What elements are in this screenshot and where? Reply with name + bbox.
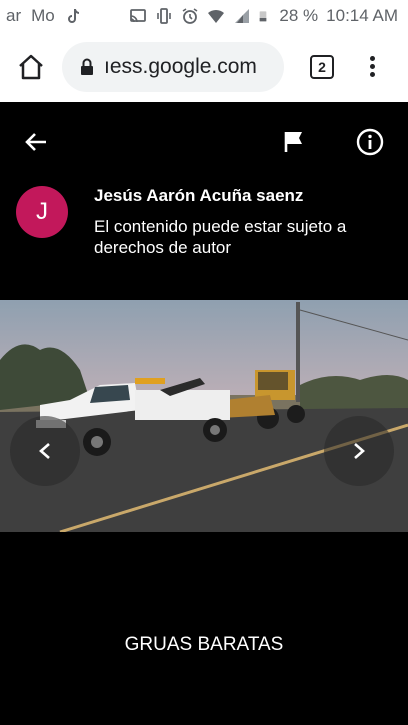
clock: 10:14 AM (326, 6, 398, 25)
back-arrow-icon[interactable] (24, 130, 48, 154)
image-caption[interactable]: GRUAS BARATAS (0, 634, 408, 656)
battery-icon (260, 11, 267, 22)
cast-icon (130, 9, 147, 23)
status-text-2: Mo (31, 6, 55, 25)
next-image-button[interactable] (324, 416, 394, 486)
alarm-icon (182, 8, 198, 24)
previous-image-button[interactable] (10, 416, 80, 486)
image-viewer: J Jesús Aarón Acuña saenz El contenido p… (0, 102, 408, 725)
url-text[interactable]: ıess.google.com (104, 55, 282, 79)
home-icon[interactable] (16, 54, 46, 80)
tabs-icon[interactable]: 2 (310, 55, 334, 79)
more-vert-icon[interactable] (362, 54, 382, 80)
lock-icon (81, 58, 93, 75)
avatar: J (16, 186, 68, 238)
chevron-left-icon (39, 443, 50, 459)
vibrate-icon (157, 8, 172, 24)
battery-percent: 28 % (279, 6, 319, 25)
status-bar: ar Mo 28 % 10:14 AM (0, 0, 408, 32)
copyright-notice: El contenido puede estar sujeto a derech… (94, 217, 347, 257)
info-icon[interactable] (356, 128, 384, 156)
author-name: Jesús Aarón Acuña saenz (94, 186, 304, 205)
wifi-icon (208, 9, 225, 23)
status-text-1: ar (6, 6, 22, 25)
tiktok-icon (67, 8, 79, 23)
chevron-right-icon (354, 443, 365, 459)
address-bar[interactable]: ıess.google.com (62, 42, 284, 92)
signal-icon (235, 9, 250, 23)
browser-toolbar: ıess.google.com 2 (0, 32, 408, 102)
flag-icon[interactable] (283, 130, 305, 154)
